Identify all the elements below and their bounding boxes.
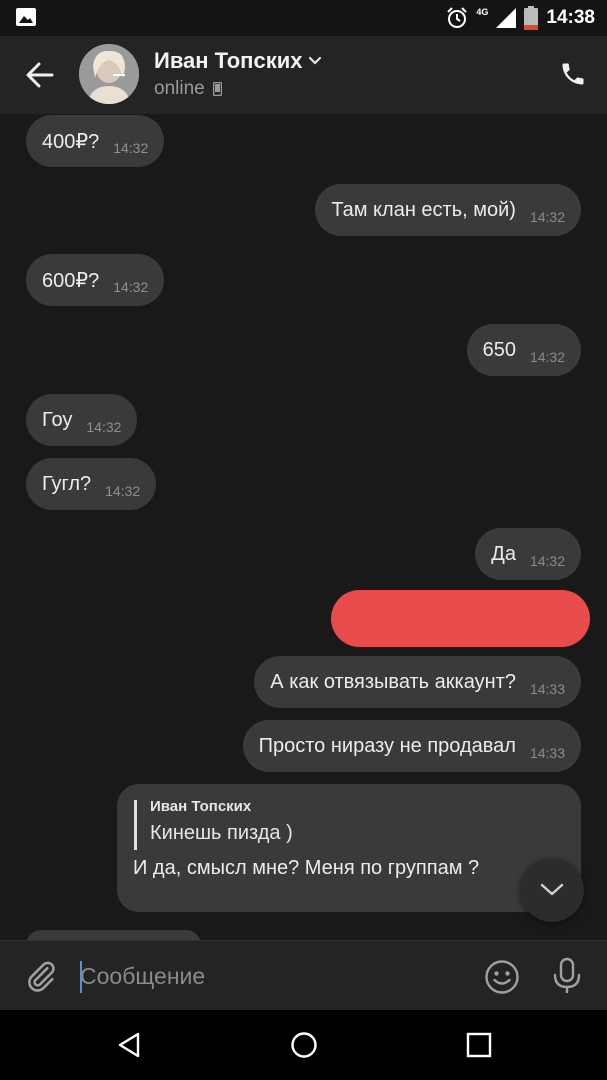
message-text: Да [491, 542, 516, 565]
nav-recents-icon[interactable] [464, 1030, 494, 1060]
message-text: А как отвязывать аккаунт? [270, 670, 516, 693]
message-bubble-incoming[interactable]: 600₽? 14:32 [26, 254, 165, 306]
avatar[interactable] [79, 44, 139, 104]
online-status: online [154, 78, 222, 100]
microphone-icon[interactable] [552, 957, 582, 995]
message-bubble-with-reply[interactable]: Иван Топских Кинешь пизда ) И да, смысл … [117, 784, 581, 912]
message-bubble-outgoing[interactable]: Просто ниразу не продавал 14:33 [242, 720, 581, 772]
message-text: Там клан есть, мой) [331, 198, 516, 221]
chat-header: Иван Топских online [0, 36, 607, 114]
message-time: 14:33 [529, 745, 565, 761]
message-text: 600₽? [42, 269, 100, 292]
message-input[interactable] [80, 955, 460, 997]
back-arrow-icon[interactable] [24, 60, 56, 90]
contact-name[interactable]: Иван Топских [154, 48, 302, 74]
message-bubble-incoming[interactable] [26, 930, 201, 940]
quote-bar [134, 800, 137, 850]
mobile-device-icon [212, 82, 222, 96]
message-text: Гугл? [42, 472, 92, 495]
message-bubble-outgoing[interactable]: А как отвязывать аккаунт? 14:33 [254, 656, 581, 708]
gallery-notification-icon [16, 8, 36, 26]
scroll-to-bottom-button[interactable] [520, 858, 584, 922]
emoji-icon[interactable] [484, 959, 520, 995]
message-bubble-outgoing[interactable]: Да 14:32 [475, 528, 581, 580]
message-bubble-outgoing[interactable]: Там клан есть, мой) 14:32 [315, 184, 581, 236]
quote-text: Кинешь пизда ) [150, 822, 293, 844]
paperclip-icon[interactable] [24, 959, 58, 993]
phone-call-icon[interactable] [559, 60, 587, 88]
message-time: 14:32 [529, 349, 565, 365]
message-composer [0, 940, 607, 1010]
nav-home-icon[interactable] [289, 1030, 319, 1060]
message-time: 14:32 [529, 209, 565, 225]
nav-back-icon[interactable] [114, 1030, 144, 1060]
battery-icon [524, 6, 539, 30]
message-bubble-outgoing[interactable]: 650 14:32 [466, 324, 581, 376]
network-type: 4G [476, 7, 489, 17]
system-navigation-bar [0, 1010, 607, 1080]
online-status-label: online [154, 78, 205, 99]
signal-icon [496, 8, 517, 28]
message-text: 650 [482, 338, 516, 361]
message-time: 14:32 [529, 553, 565, 569]
message-text: И да, смысл мне? Меня по группам ? [133, 857, 480, 879]
message-list[interactable]: 400₽? 14:32 Там клан есть, мой) 14:32 60… [0, 114, 607, 940]
clock: 14:38 [546, 7, 595, 28]
message-bubble-incoming[interactable]: Гугл? 14:32 [26, 458, 157, 510]
message-bubble-incoming[interactable]: 400₽? 14:32 [26, 115, 165, 167]
status-bar: 4G 14:38 [0, 0, 607, 36]
alarm-icon [447, 7, 468, 28]
redacted-message-overlay [331, 590, 590, 647]
chevron-down-icon [540, 883, 564, 896]
message-text: 400₽? [42, 130, 100, 153]
message-time: 14:32 [86, 419, 122, 435]
message-time: 14:32 [113, 140, 149, 156]
message-text: Гоу [42, 408, 73, 431]
chevron-down-icon[interactable] [308, 56, 322, 66]
message-time: 14:33 [529, 681, 565, 697]
text-cursor [80, 961, 82, 993]
message-time: 14:32 [113, 279, 149, 295]
quote-author: Иван Топских [150, 798, 252, 815]
message-time: 14:32 [105, 483, 141, 499]
message-text: Просто ниразу не продавал [258, 734, 516, 757]
avatar-photo [79, 44, 139, 104]
message-bubble-incoming[interactable]: Гоу 14:32 [26, 394, 138, 446]
